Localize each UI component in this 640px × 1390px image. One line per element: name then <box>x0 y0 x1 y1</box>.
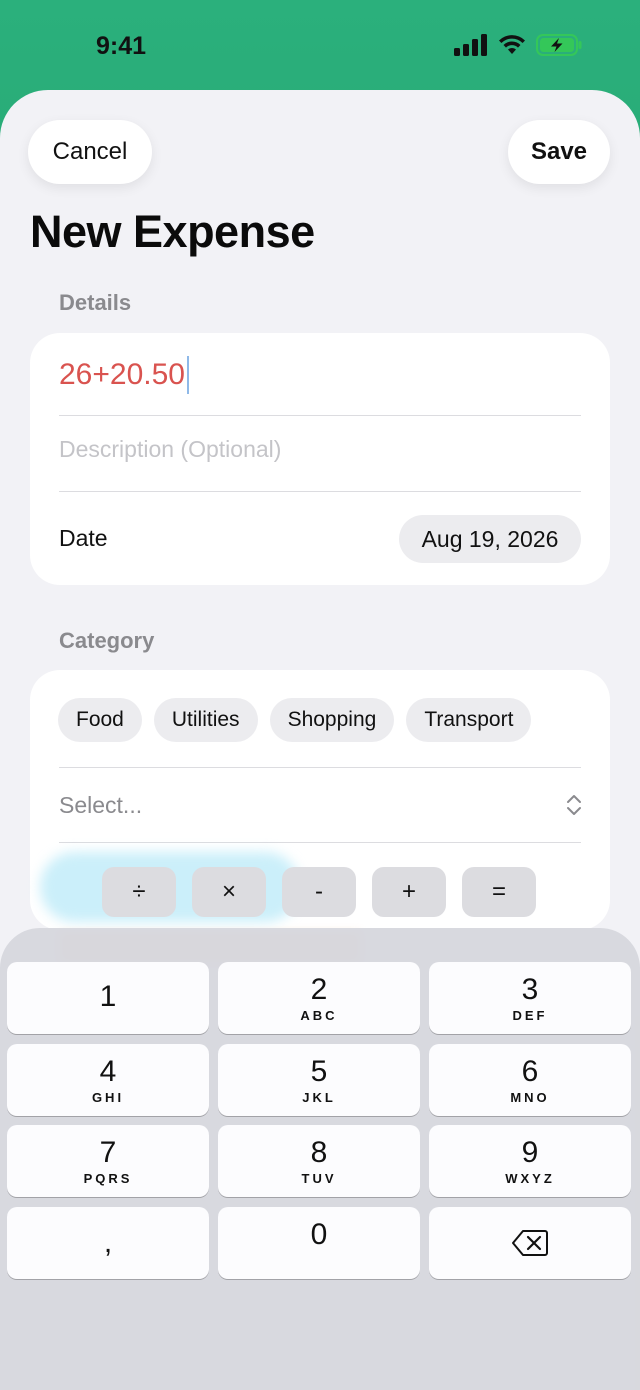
plus-key[interactable]: + <box>372 867 446 917</box>
key-number: 8 <box>310 1135 328 1169</box>
key-number: 3 <box>521 972 539 1006</box>
key-5[interactable]: 5 JKL <box>218 1044 420 1116</box>
key-3[interactable]: 3 DEF <box>429 962 631 1034</box>
key-number: 0 <box>310 1218 328 1251</box>
cellular-signal-icon <box>454 34 487 56</box>
key-2[interactable]: 2 ABC <box>218 962 420 1034</box>
divider <box>59 415 581 416</box>
key-8[interactable]: 8 TUV <box>218 1125 420 1197</box>
minus-key[interactable]: - <box>282 867 356 917</box>
key-letters: MNO <box>510 1089 550 1105</box>
key-letters: TUV <box>301 1170 337 1186</box>
key-number: 2 <box>310 972 328 1006</box>
description-input[interactable] <box>59 429 559 469</box>
divider <box>59 767 581 768</box>
key-letters: DEF <box>512 1007 548 1023</box>
multiply-key[interactable]: × <box>192 867 266 917</box>
amount-value: 26+20.50 <box>59 358 185 391</box>
key-6[interactable]: 6 MNO <box>429 1044 631 1116</box>
amount-field[interactable]: 26+20.50 <box>59 353 189 397</box>
key-4[interactable]: 4 GHI <box>7 1044 209 1116</box>
divide-key[interactable]: ÷ <box>102 867 176 917</box>
key-number: 9 <box>521 1135 539 1169</box>
wifi-icon <box>499 35 525 54</box>
key-letters: ABC <box>300 1007 338 1023</box>
backspace-key[interactable] <box>429 1207 631 1279</box>
battery-charging-icon <box>536 34 582 56</box>
category-select[interactable]: Select... <box>59 792 142 819</box>
category-chip-transport[interactable]: Transport <box>406 698 532 742</box>
key-number: 6 <box>521 1054 539 1088</box>
category-section-label: Category <box>59 628 155 653</box>
backspace-icon <box>512 1230 548 1256</box>
key-number: 5 <box>310 1054 328 1088</box>
key-letters: GHI <box>91 1089 125 1105</box>
key-0[interactable]: 0 <box>218 1207 420 1279</box>
key-number: 7 <box>99 1135 117 1169</box>
cancel-button[interactable]: Cancel <box>28 120 152 184</box>
key-number: 1 <box>99 980 117 1013</box>
key-comma[interactable]: , <box>7 1207 209 1279</box>
page-title: New Expense <box>30 206 315 257</box>
details-card: 26+20.50 Date Aug 19, 2026 <box>30 333 610 585</box>
status-time: 9:41 <box>96 32 147 60</box>
category-chip-shopping[interactable]: Shopping <box>269 698 395 742</box>
divider <box>59 491 581 492</box>
status-icons <box>454 34 582 56</box>
key-letters: PQRS <box>83 1170 133 1186</box>
equals-key[interactable]: = <box>462 867 536 917</box>
category-chip-utilities[interactable]: Utilities <box>153 698 258 742</box>
key-number: , <box>103 1226 113 1259</box>
numeric-keypad: 1 2 ABC 3 DEF 4 GHI 5 JKL 6 MNO 7 PQRS 8… <box>0 928 640 1390</box>
key-letters: WXYZ <box>505 1170 555 1186</box>
date-label: Date <box>59 525 108 551</box>
date-picker-button[interactable]: Aug 19, 2026 <box>399 515 581 563</box>
key-letters: JKL <box>302 1089 336 1105</box>
chevron-up-down-icon[interactable] <box>566 794 582 816</box>
category-chip-food[interactable]: Food <box>58 698 142 742</box>
status-bar: 9:41 <box>0 0 640 92</box>
divider <box>59 842 581 843</box>
details-section-label: Details <box>59 290 132 315</box>
key-7[interactable]: 7 PQRS <box>7 1125 209 1197</box>
calculator-operator-row: ÷ × - + = <box>102 867 536 917</box>
text-caret <box>186 356 189 394</box>
key-1[interactable]: 1 <box>7 962 209 1034</box>
save-button[interactable]: Save <box>508 120 610 184</box>
category-chip-row: Food Utilities Shopping Transport <box>58 698 532 742</box>
key-number: 4 <box>99 1054 117 1088</box>
key-9[interactable]: 9 WXYZ <box>429 1125 631 1197</box>
